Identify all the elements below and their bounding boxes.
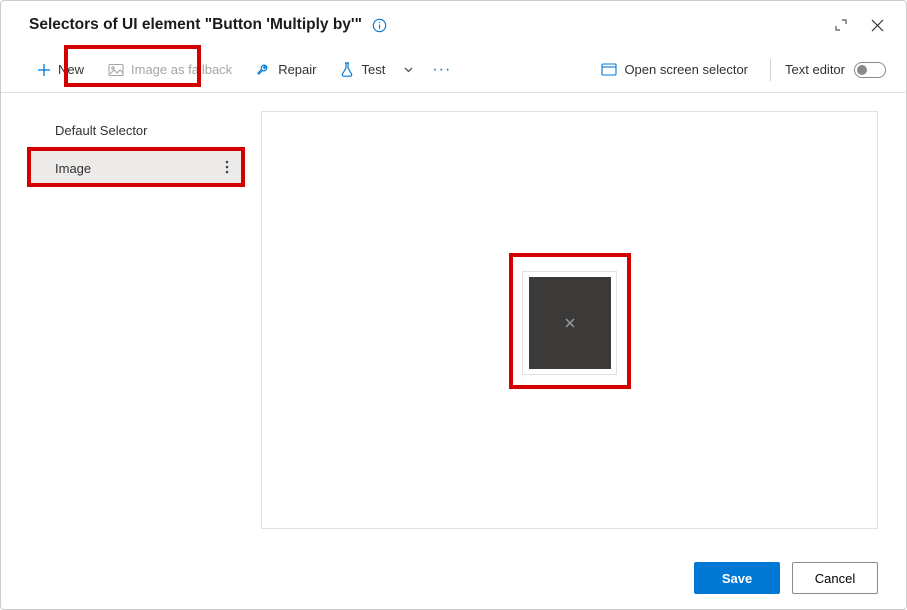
x-icon xyxy=(563,316,577,330)
titlebar: Selectors of UI element "Button 'Multipl… xyxy=(1,1,906,47)
separator xyxy=(770,59,771,81)
info-icon[interactable] xyxy=(372,18,387,33)
item-menu-icon[interactable] xyxy=(225,160,229,177)
repair-button[interactable]: Repair xyxy=(248,56,324,83)
save-button[interactable]: Save xyxy=(694,562,780,594)
dialog-footer: Save Cancel xyxy=(1,547,906,609)
cancel-button[interactable]: Cancel xyxy=(792,562,878,594)
dialog-title: Selectors of UI element "Button 'Multipl… xyxy=(29,16,362,34)
screen-selector-icon xyxy=(601,63,617,76)
text-editor-toggle[interactable] xyxy=(854,62,886,78)
main-area: Default Selector Image xyxy=(1,93,906,547)
expand-icon[interactable] xyxy=(832,16,850,34)
plus-icon xyxy=(37,63,51,77)
selector-item-default[interactable]: Default Selector xyxy=(31,111,243,149)
selector-sidebar: Default Selector Image xyxy=(1,93,243,547)
new-button[interactable]: New xyxy=(29,56,92,83)
test-button[interactable]: Test xyxy=(332,56,393,83)
captured-image-inner xyxy=(529,277,611,369)
test-dropdown-chevron[interactable] xyxy=(397,58,420,81)
selector-item-image[interactable]: Image xyxy=(31,149,243,187)
selector-item-label: Default Selector xyxy=(55,123,148,138)
image-icon xyxy=(108,63,124,77)
image-fallback-label: Image as fallback xyxy=(131,62,232,77)
image-canvas xyxy=(261,111,878,529)
test-label: Test xyxy=(361,62,385,77)
new-label: New xyxy=(58,62,84,77)
text-editor-label: Text editor xyxy=(785,62,845,77)
more-actions-button[interactable]: ··· xyxy=(424,55,459,85)
close-icon[interactable] xyxy=(868,16,886,34)
captured-image[interactable] xyxy=(522,271,617,375)
open-screen-selector-button[interactable]: Open screen selector xyxy=(593,56,756,83)
toggle-knob xyxy=(857,65,867,75)
flask-icon xyxy=(340,62,354,77)
wrench-icon xyxy=(256,62,271,77)
open-screen-selector-label: Open screen selector xyxy=(624,62,748,77)
toolbar: New Image as fallback Repair Test ··· Op… xyxy=(1,47,906,93)
image-as-fallback-button: Image as fallback xyxy=(100,56,240,83)
content-area xyxy=(243,93,906,547)
selector-item-label: Image xyxy=(55,161,91,176)
repair-label: Repair xyxy=(278,62,316,77)
